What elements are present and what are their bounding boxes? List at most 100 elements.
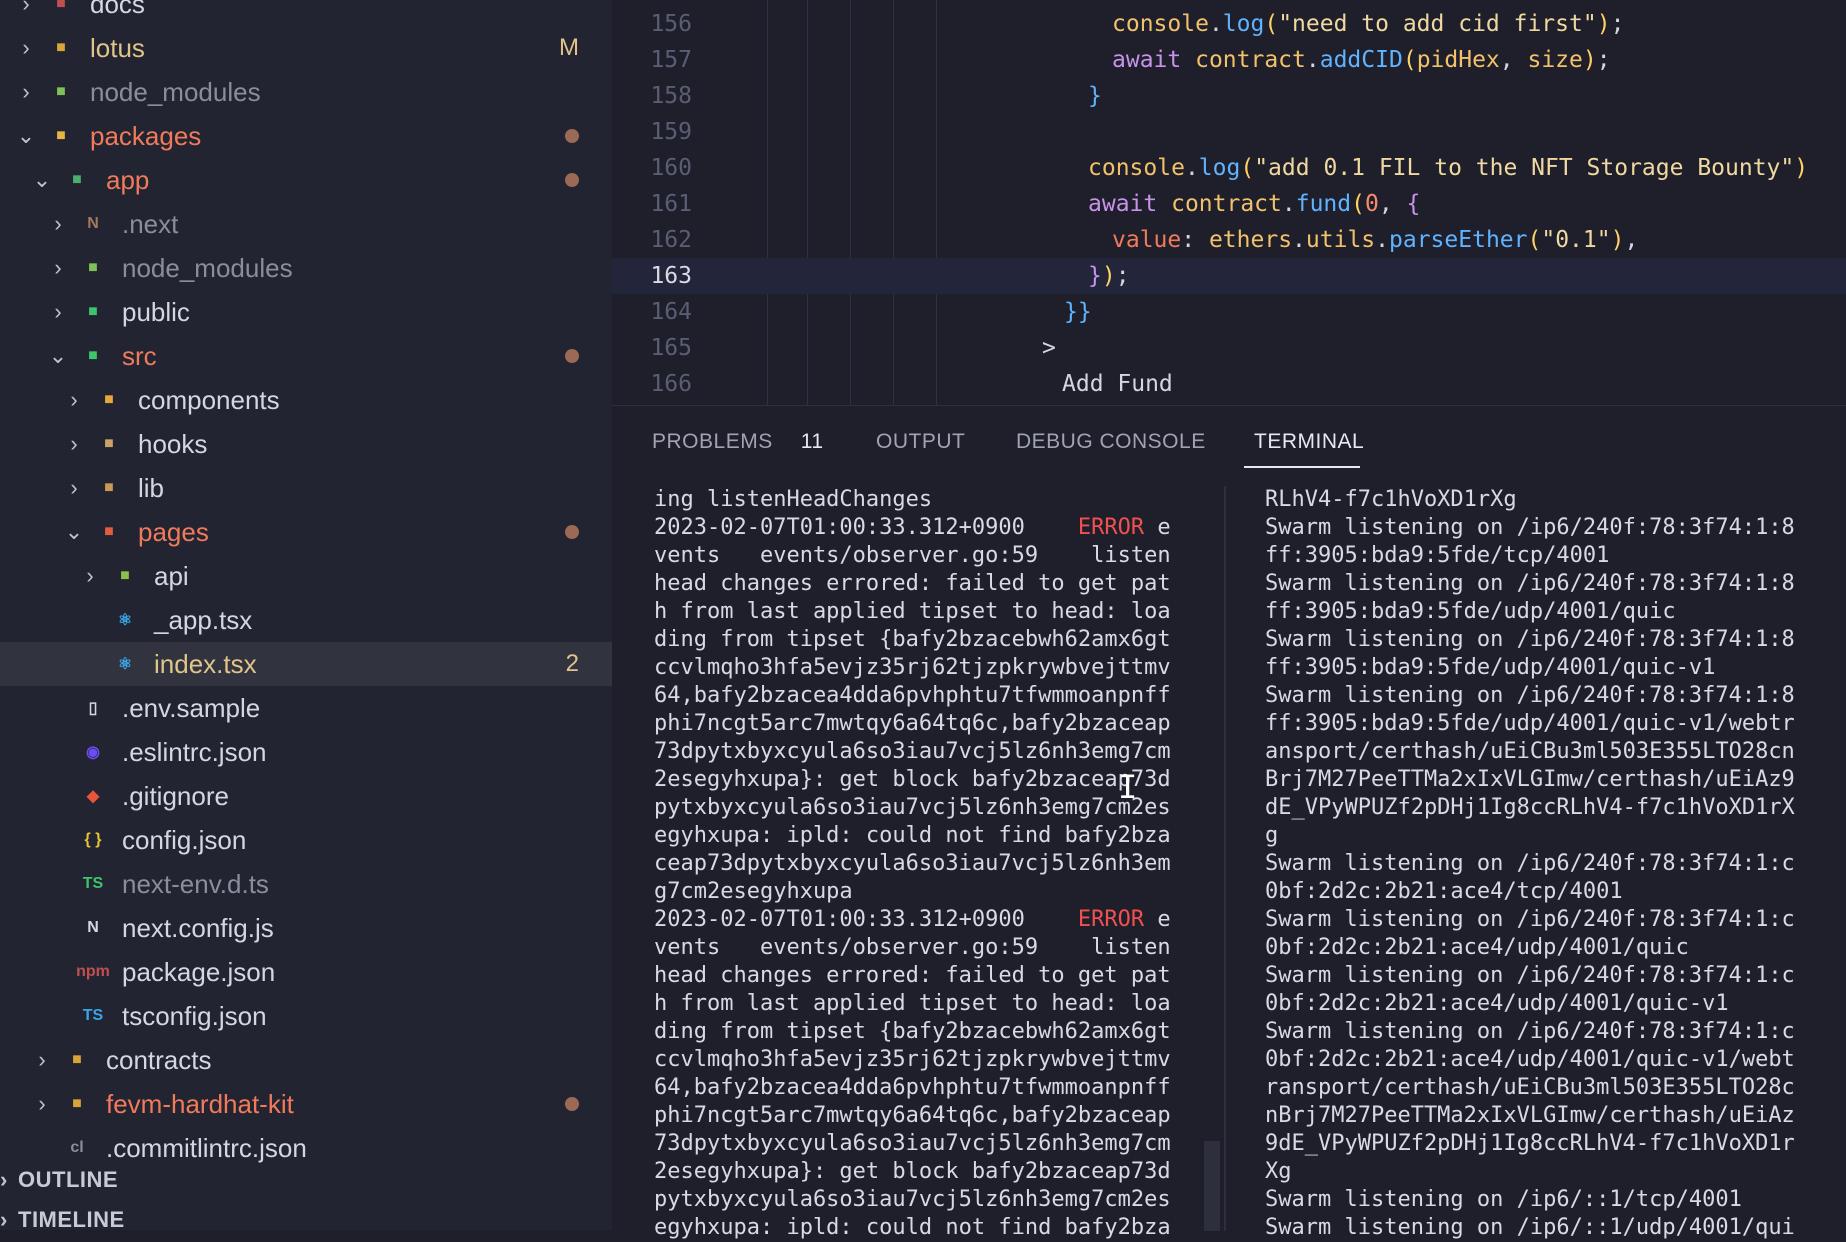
terminal-line: 0bf:2d2c:2b21:ace4/udp/4001/quic-v1 xyxy=(1265,991,1729,1016)
tree-item[interactable]: › ■ api xyxy=(0,554,612,598)
folder-icon: ■ xyxy=(56,83,66,100)
tree-item[interactable]: ⌄ ■ app xyxy=(0,158,612,202)
tree-item[interactable]: ◆ .gitignore xyxy=(0,774,612,818)
tab-problems[interactable]: PROBLEMS 11 xyxy=(652,430,824,454)
tab-label: PROBLEMS xyxy=(652,430,773,453)
chevron-right-icon[interactable]: › xyxy=(76,562,104,590)
terminal-left-pane[interactable]: ing listenHeadChanges 2023-02-07T01:00:33… xyxy=(654,486,1214,1242)
code-token: parseEther xyxy=(1389,227,1528,253)
tree-item-label: node_modules xyxy=(90,76,261,107)
chevron-right-icon[interactable]: › xyxy=(60,386,88,414)
tree-item-label: contracts xyxy=(106,1044,212,1075)
terminal-line: g7cm2esegyhxupa xyxy=(654,878,1214,906)
terminal-line: 0bf:2d2c:2b21:ace4/udp/4001/quic xyxy=(1265,935,1689,960)
timeline-section-header[interactable]: › TIMELINE xyxy=(0,1200,612,1230)
tree-item[interactable]: ⚛ index.tsx 2 xyxy=(0,642,612,686)
tree-item[interactable]: › ■ node_modules xyxy=(0,70,612,114)
terminal-split-divider[interactable] xyxy=(1224,486,1226,1231)
tree-item[interactable]: › ■ contracts xyxy=(0,1038,612,1082)
code-line[interactable]: 160 console.log("add 0.1 FIL to the NFT S… xyxy=(612,150,1846,186)
chevron-right-icon[interactable]: › xyxy=(12,0,40,18)
file-icon: ◆ xyxy=(86,788,100,805)
chevron-down-icon[interactable]: ⌄ xyxy=(12,122,40,150)
tree-item[interactable]: Nnext.config.js xyxy=(0,906,612,950)
chevron-right-icon[interactable]: › xyxy=(44,254,72,282)
tree-item[interactable]: TS next-env.d.ts xyxy=(0,862,612,906)
tab-debug-console[interactable]: DEBUG CONSOLE xyxy=(1016,430,1206,454)
outline-section-header[interactable]: › OUTLINE xyxy=(0,1160,612,1200)
chevron-right-icon[interactable]: › xyxy=(28,1046,56,1074)
tree-item[interactable]: TS tsconfig.json xyxy=(0,994,612,1038)
tree-item-label: config.json xyxy=(122,824,247,855)
chevron-down-icon[interactable]: ⌄ xyxy=(28,166,56,194)
chevron-right-icon[interactable]: › xyxy=(28,1090,56,1118)
terminal-text: vents events/observer.go:59 listen xyxy=(654,935,1171,960)
chevron-right-icon[interactable]: › xyxy=(60,474,88,502)
terminal-line: ccvlmqho3hfa5evjz35rj62tjzpkrywbvejttmv xyxy=(654,1046,1214,1074)
code-line[interactable]: 159 xyxy=(612,114,1846,150)
terminal-text: ing listenHeadChanges xyxy=(654,487,933,512)
code-token: ; xyxy=(1596,47,1611,73)
tree-item[interactable]: › ■ lotus M xyxy=(0,26,612,70)
terminal-line: RLhV4-f7c1hVoXD1rXg xyxy=(1265,487,1517,512)
chevron-right-icon[interactable]: › xyxy=(60,430,88,458)
tree-item[interactable]: ⌄ ■ packages xyxy=(0,114,612,158)
code-token: fund xyxy=(1295,191,1352,217)
code-line[interactable]: 163}); xyxy=(612,258,1846,294)
tree-item[interactable]: › N .next xyxy=(0,202,612,246)
tree-item[interactable]: › ■ lib xyxy=(0,466,612,510)
file-icon: N xyxy=(87,919,99,936)
tree-item[interactable]: { } config.json xyxy=(0,818,612,862)
tree-item[interactable]: › ■ node_modules xyxy=(0,246,612,290)
tree-item[interactable]: ⌄ ■ src xyxy=(0,334,612,378)
chevron-right-icon: › xyxy=(0,1167,8,1192)
modified-dot-icon xyxy=(565,129,579,143)
tree-item[interactable]: ◉ .eslintrc.json xyxy=(0,730,612,774)
tree-item[interactable]: npm package.json xyxy=(0,950,612,994)
tree-item[interactable]: ⚛ _app.tsx xyxy=(0,598,612,642)
terminal-line: g xyxy=(1265,823,1279,848)
chevron-right-icon[interactable]: › xyxy=(44,210,72,238)
terminal-line: Swarm listening on /ip6/240f:78:3f74:1:c xyxy=(1265,963,1795,988)
folder-icon: ■ xyxy=(56,127,66,144)
code-line[interactable]: 165 > xyxy=(612,330,1846,366)
tree-item[interactable]: › ■ hooks xyxy=(0,422,612,466)
tree-item-label: src xyxy=(122,340,157,371)
code-line[interactable]: 158} xyxy=(612,78,1846,114)
tree-item[interactable]: › ■ fevm-hardhat-kit xyxy=(0,1082,612,1126)
chevron-right-icon[interactable]: › xyxy=(12,78,40,106)
terminal-right-pane[interactable]: RLhV4-f7c1hVoXD1rXg Swarm listening on /i… xyxy=(1265,486,1846,1242)
code-line[interactable]: 156 console.log("need to add cid first"); xyxy=(612,6,1846,42)
chevron-down-icon[interactable]: ⌄ xyxy=(60,518,88,546)
terminal-text: pytxbyxcyula6so3iau7vcj5lz6nh3emg7cm2es xyxy=(654,1187,1171,1212)
code-text: } xyxy=(1088,78,1102,114)
file-icon: cl xyxy=(70,1139,84,1156)
tab-terminal[interactable]: TERMINAL xyxy=(1254,430,1364,454)
code-token: ) xyxy=(1596,11,1611,37)
code-token: value xyxy=(1112,227,1182,253)
code-editor[interactable]: 156 console.log("need to add cid first");… xyxy=(612,0,1846,405)
tree-item[interactable]: ▯ .env.sample xyxy=(0,686,612,730)
chevron-right-icon[interactable]: › xyxy=(12,34,40,62)
chevron-right-icon[interactable]: › xyxy=(44,298,72,326)
tree-item-label: .eslintrc.json xyxy=(122,736,267,767)
folder-icon: ■ xyxy=(88,259,98,276)
tree-item[interactable]: ⌄ ■ pages xyxy=(0,510,612,554)
code-line[interactable]: 157 await contract.addCID(pidHex, size); xyxy=(612,42,1846,78)
tree-item-label: components xyxy=(138,384,280,415)
tab-output[interactable]: OUTPUT xyxy=(876,430,965,454)
code-line[interactable]: 164}} xyxy=(612,294,1846,330)
terminal-scrollbar[interactable] xyxy=(1204,1141,1220,1231)
bottom-panel: PROBLEMS 11 OUTPUT DEBUG CONSOLE TERMINAL in… xyxy=(612,405,1846,1240)
code-line[interactable]: 161 await contract.fund(0, { xyxy=(612,186,1846,222)
tree-item[interactable]: › ■ docs xyxy=(0,0,612,26)
chevron-down-icon[interactable]: ⌄ xyxy=(44,342,72,370)
tree-item[interactable]: › ■ components xyxy=(0,378,612,422)
tree-item-label: .gitignore xyxy=(122,780,229,811)
line-number: 158 xyxy=(650,83,692,109)
code-line[interactable]: 166 Add Fund xyxy=(612,366,1846,402)
tree-item[interactable]: › ■ public xyxy=(0,290,612,334)
code-token: > xyxy=(1042,335,1056,361)
code-token: , xyxy=(1378,191,1407,217)
code-line[interactable]: 162 value: ethers.utils.parseEther("0.1")… xyxy=(612,222,1846,258)
